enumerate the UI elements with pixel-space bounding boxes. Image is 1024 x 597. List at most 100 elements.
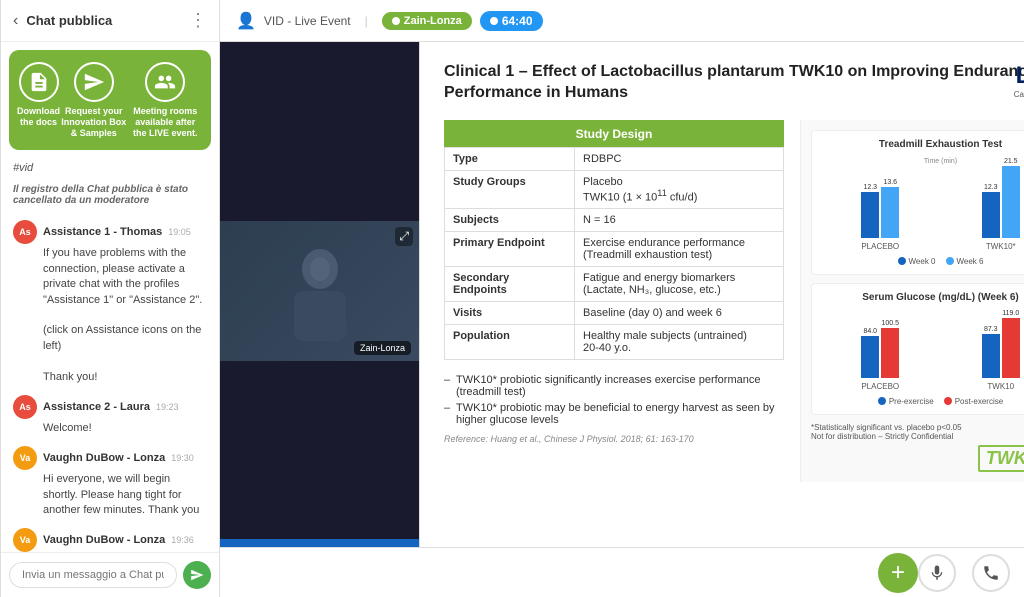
separator: | — [365, 14, 368, 28]
chat-input[interactable] — [9, 562, 177, 588]
row-population-value: Healthy male subjects (untrained)20-40 y… — [575, 325, 784, 360]
reference: Reference: Huang et al., Chinese J Physi… — [444, 434, 784, 444]
fab-button[interactable]: + — [878, 553, 918, 593]
chat-banner: Download the docs Request your Innovatio… — [9, 50, 211, 150]
legend-week0-label: Week 0 — [909, 257, 936, 266]
row-visits-label: Visits — [445, 302, 575, 325]
chart1-legend: Week 0 Week 6 — [820, 257, 1024, 266]
expand-button[interactable]: ⤢ — [395, 227, 413, 246]
msg-time-2: 19:23 — [156, 402, 179, 412]
lonza-brand: Lonza — [1014, 62, 1024, 90]
mic-button[interactable] — [918, 554, 956, 592]
top-bar-left: 👤 VID - Live Event | Zain-Lonza 64:40 — [236, 11, 543, 31]
download-icon — [19, 62, 59, 102]
speaker-tag: Zain-Lonza — [382, 12, 472, 30]
chart2-bars: 84.0 100.5 PLACEBO — [820, 311, 1024, 391]
footnote1: *Statistically significant vs. placebo p… — [811, 423, 1024, 432]
dots-menu-button[interactable]: ⋮ — [189, 10, 207, 31]
chart1-title: Treadmill Exhaustion Test — [820, 139, 1024, 150]
bar-twk10-w0: 12.3 — [982, 184, 1000, 238]
message-4: Va Vaughn DuBow - Lonza 19:36 Hi! — [13, 528, 207, 552]
bullet-points: TWK10* probiotic significantly increases… — [444, 374, 784, 426]
row-subjects-label: Subjects — [445, 209, 575, 232]
study-table: Study Design Type RDBPC Study Groups Pla… — [444, 120, 784, 361]
bar-twk10-post: 119.0 — [1002, 310, 1020, 378]
msg-time-4: 19:36 — [171, 535, 194, 545]
bar-group-twk10-1: 12.3 21.5 TWK10* — [982, 158, 1020, 251]
chat-panel: ‹ Chat pubblica ⋮ Download the docs Requ… — [1, 0, 220, 597]
banner-innovation-label: Request your Innovation Box & Samples — [60, 106, 128, 138]
chart1-bars: 12.3 13.6 PLACEBO — [820, 171, 1024, 251]
chat-panel-header: ‹ Chat pubblica ⋮ — [1, 0, 219, 42]
msg-author-3: Vaughn DuBow - Lonza — [43, 452, 165, 464]
row-groups-value: PlaceboTWK10 (1 × 1011 cfu/d) — [575, 170, 784, 209]
table-row: Study Groups PlaceboTWK10 (1 × 1011 cfu/… — [445, 170, 784, 209]
bar-twk10-pre: 87.3 — [982, 326, 1000, 378]
chart-glucose: Serum Glucose (mg/dL) (Week 6) 84.0 — [811, 283, 1024, 415]
row-groups-label: Study Groups — [445, 170, 575, 209]
moderation-notice: Il registro della Chat pubblica è stato … — [1, 178, 219, 212]
row-primary-value: Exercise endurance performance(Treadmill… — [575, 232, 784, 267]
banner-download[interactable]: Download the docs — [17, 62, 60, 138]
chart-treadmill: Treadmill Exhaustion Test Time (min) 12.… — [811, 130, 1024, 275]
row-type-value: RDBPC — [575, 147, 784, 170]
row-subjects-value: N = 16 — [575, 209, 784, 232]
legend-post: Post-exercise — [944, 397, 1003, 406]
back-button[interactable]: ‹ — [13, 12, 18, 30]
table-row: Population Healthy male subjects (untrai… — [445, 325, 784, 360]
table-row: Secondary Endpoints Fatigue and energy b… — [445, 267, 784, 302]
video-person — [280, 241, 360, 341]
message-2: As Assistance 2 - Laura 19:23 Welcome! — [13, 395, 207, 436]
speaker-name: Zain-Lonza — [404, 15, 462, 27]
msg-avatar-2: As — [13, 395, 37, 419]
timer-value: 64:40 — [502, 14, 533, 28]
row-type-label: Type — [445, 147, 575, 170]
messages-area: As Assistance 1 - Thomas 19:05 If you ha… — [1, 212, 219, 552]
msg-avatar-3: Va — [13, 446, 37, 470]
video-side: ⤢ Zain-Lonza — [220, 42, 420, 547]
msg-avatar-4: Va — [13, 528, 37, 552]
msg-author-1: Assistance 1 - Thomas — [43, 226, 162, 238]
bar-group-twk10-2: 87.3 119.0 TWK10 — [982, 310, 1020, 391]
timer: 64:40 — [480, 11, 543, 31]
footnote2: Not for distribution – Strictly Confiden… — [811, 432, 1024, 441]
send-icon — [74, 62, 114, 102]
chat-panel-title: Chat pubblica — [26, 13, 189, 28]
row-secondary-label: Secondary Endpoints — [445, 267, 575, 302]
msg-text-2: Welcome! — [43, 421, 207, 436]
row-secondary-value: Fatigue and energy biomarkers(Lactate, N… — [575, 267, 784, 302]
msg-text-1: If you have problems with the connection… — [43, 246, 207, 385]
lonza-sub: Capsules & HealthIngredients — [1014, 90, 1024, 111]
top-bar: 👤 VID - Live Event | Zain-Lonza 64:40 ⋮ — [220, 0, 1024, 42]
twk-logo-area: TWK10 10 — [811, 445, 1024, 472]
content-area: ⤢ Zain-Lonza Clinical 1 – Effect of Lact… — [220, 42, 1024, 547]
bar-placebo-pre: 84.0 — [861, 328, 879, 378]
bar-placebo-w0: 12.3 — [861, 184, 879, 238]
legend-week6-label: Week 6 — [957, 257, 984, 266]
table-row: Primary Endpoint Exercise endurance perf… — [445, 232, 784, 267]
legend-week6: Week 6 — [946, 257, 984, 266]
banner-meeting[interactable]: Meeting rooms available after the LIVE e… — [128, 62, 203, 138]
phone-button[interactable] — [972, 554, 1010, 592]
video-feed: ⤢ Zain-Lonza — [220, 42, 419, 539]
slide-area: Clinical 1 – Effect of Lactobacillus pla… — [420, 42, 1024, 547]
bar-placebo-post: 100.5 — [881, 320, 899, 378]
person-icon: 👤 — [236, 11, 256, 31]
msg-time-3: 19:30 — [171, 453, 194, 463]
banner-meeting-label: Meeting rooms available after the LIVE e… — [128, 106, 203, 138]
table-row: Type RDBPC — [445, 147, 784, 170]
msg-time-1: 19:05 — [168, 227, 191, 237]
send-button[interactable] — [183, 561, 211, 589]
msg-text-3: Hi everyone, we will begin shortly. Plea… — [43, 472, 207, 518]
chart2-legend: Pre-exercise Post-exercise — [820, 397, 1024, 406]
banner-download-label: Download the docs — [17, 106, 60, 128]
legend-pre: Pre-exercise — [878, 397, 934, 406]
slide-title: Clinical 1 – Effect of Lactobacillus pla… — [444, 62, 1024, 104]
bar-group-placebo1: 12.3 13.6 PLACEBO — [861, 179, 899, 251]
table-header: Study Design — [445, 120, 784, 147]
banner-innovation[interactable]: Request your Innovation Box & Samples — [60, 62, 128, 138]
meeting-icon — [145, 62, 185, 102]
legend-week0: Week 0 — [898, 257, 936, 266]
table-row: Subjects N = 16 — [445, 209, 784, 232]
chart2-title: Serum Glucose (mg/dL) (Week 6) — [820, 292, 1024, 303]
